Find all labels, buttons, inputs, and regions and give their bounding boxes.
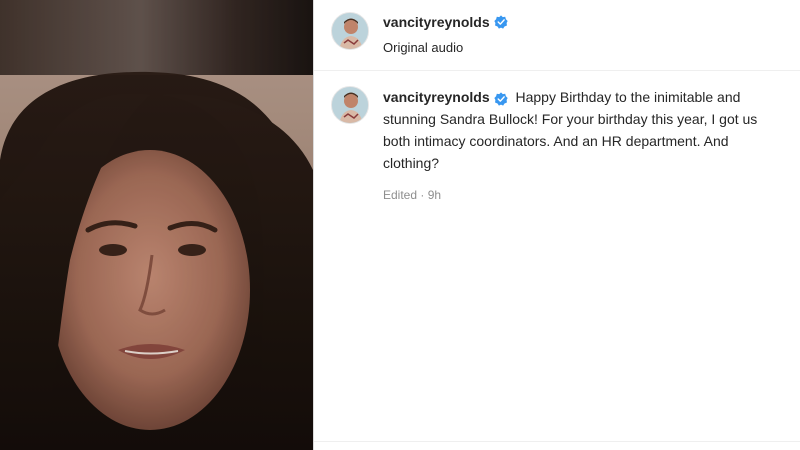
author-username-link[interactable]: vancityreynolds [383,14,508,30]
caption-username-link[interactable]: vancityreynolds [383,86,508,108]
verified-badge-icon [493,15,508,29]
caption-username: vancityreynolds [383,89,490,105]
author-avatar[interactable] [331,12,369,50]
panel-divider [314,441,800,442]
post-side-panel: vancityreynolds Original audio vancityre… [313,0,800,450]
caption-timestamp: Edited · 9h [383,188,442,202]
caption-author-avatar[interactable] [331,86,369,124]
author-avatar-image [332,13,368,49]
caption-comment: vancityreynolds Happy Birthday to the in… [314,71,800,206]
audio-link[interactable]: Original audio [383,40,508,55]
caption-body: vancityreynolds Happy Birthday to the in… [383,86,783,206]
video-frame-image [0,0,313,450]
verified-badge-icon [493,90,508,106]
post-viewer: vancityreynolds Original audio vancityre… [0,0,800,450]
caption-author-avatar-image [332,87,368,123]
author-username: vancityreynolds [383,14,490,30]
post-media-video[interactable] [0,0,313,450]
post-header: vancityreynolds Original audio [314,0,800,71]
